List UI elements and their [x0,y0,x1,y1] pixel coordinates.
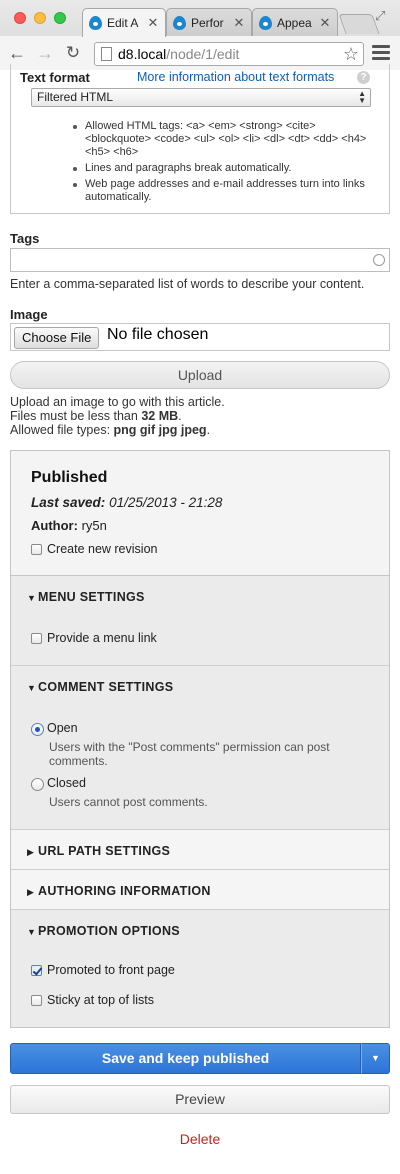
image-description: Upload an image to go with this article.… [10,395,225,437]
delete-link[interactable]: Delete [0,1131,400,1147]
comment-settings-toggle[interactable]: ▼ COMMENT SETTINGS [27,680,173,694]
text-format-select[interactable]: Filtered HTML ▲ ▼ [31,88,371,107]
text-format-help-link[interactable]: More information about text formats [137,70,334,84]
promotion-options-toggle[interactable]: ▼ PROMOTION OPTIONS [27,924,180,938]
promoted-label: Promoted to front page [47,963,175,977]
promotion-options-section: ▼ PROMOTION OPTIONS Promoted to front pag… [11,910,389,1027]
last-saved: Last saved: 01/25/2013 - 21:28 [31,495,223,510]
promoted-checkbox[interactable] [31,965,42,976]
text-format-selected: Filtered HTML [37,90,114,104]
save-options-chevron-down-icon[interactable]: ▼ [361,1043,390,1074]
provide-menu-link-label: Provide a menu link [47,631,157,645]
help-icon[interactable]: ? [357,71,370,84]
collapsed-triangle-icon: ▶ [27,847,35,857]
preview-button[interactable]: Preview [10,1085,390,1114]
save-dropbutton: Save and keep published ▼ [10,1043,390,1074]
tip-line-breaks: Lines and paragraphs break automatically… [70,162,375,175]
provide-menu-link-checkbox[interactable] [31,633,42,644]
url-path-section[interactable]: ▶ URL PATH SETTINGS [11,830,389,870]
collapsed-triangle-icon: ▶ [27,887,35,897]
no-file-chosen-text: No file chosen [107,326,209,343]
image-size-limit: Files must be less than 32 MB. [10,409,182,423]
author: Author: ry5n [31,518,107,533]
page-icon [101,47,112,61]
comments-closed-radio[interactable] [31,778,44,791]
comment-settings-section: ▼ COMMENT SETTINGS Open Users with the "P… [11,666,389,830]
expanded-triangle-icon: ▼ [27,683,37,693]
url-path-toggle[interactable]: ▶ URL PATH SETTINGS [27,844,170,858]
authoring-information-section[interactable]: ▶ AUTHORING INFORMATION [11,870,389,910]
image-file-input: Choose File No file chosen [10,323,390,351]
comments-closed-description: Users cannot post comments. [49,795,208,809]
text-format-tips: Allowed HTML tags: <a> <em> <strong> <ci… [70,120,375,207]
node-options-sidebar: Published Last saved: 01/25/2013 - 21:28… [10,450,390,1028]
url-host: d8.local [118,46,167,62]
authoring-information-toggle[interactable]: ▶ AUTHORING INFORMATION [27,884,211,898]
new-tab-button[interactable] [338,14,380,34]
fullscreen-icon[interactable]: ⤢ [375,8,391,24]
hamburger-menu-icon[interactable] [372,43,390,63]
tags-input[interactable] [10,248,390,272]
comments-open-radio[interactable] [31,723,44,736]
sticky-checkbox[interactable] [31,995,42,1006]
tab-label: Edit A [107,16,139,30]
address-bar[interactable]: d8.local/node/1/edit ☆ [94,42,364,66]
select-arrows-icon: ▲ ▼ [358,89,366,105]
back-arrow-icon[interactable]: ← [6,42,28,64]
browser-chrome: Edit A ✕ Perfor ✕ Appea ✕ ⤢ ← → ↻ d8.loc… [0,0,400,70]
url-path: /node/1/edit [166,46,240,62]
comments-open-description: Users with the "Post comments" permissio… [49,740,330,768]
browser-tab-edit[interactable]: Edit A ✕ [82,8,166,37]
expanded-triangle-icon: ▼ [27,927,37,937]
tab-label: Perfor [191,15,224,30]
bookmark-star-icon[interactable]: ☆ [343,43,359,65]
upload-button[interactable]: Upload [10,361,390,389]
tip-allowed-tags: Allowed HTML tags: <a> <em> <strong> <ci… [70,120,375,159]
comments-open-label: Open [47,721,78,735]
save-button[interactable]: Save and keep published [10,1043,361,1074]
minimize-window-button[interactable] [34,12,46,24]
image-label: Image [10,307,48,322]
sticky-label: Sticky at top of lists [47,993,154,1007]
tab-label: Appea [277,15,312,30]
image-allowed-types: Allowed file types: png gif jpg jpeg. [10,423,211,437]
maximize-window-button[interactable] [54,12,66,24]
autocomplete-throbber-icon [373,254,385,266]
choose-file-button[interactable]: Choose File [14,327,100,349]
tab-strip: Edit A ✕ Perfor ✕ Appea ✕ ⤢ [0,0,400,37]
expanded-triangle-icon: ▼ [27,593,37,603]
publish-meta: Published Last saved: 01/25/2013 - 21:28… [11,451,389,576]
forward-arrow-icon[interactable]: → [34,42,56,64]
browser-tab-performance[interactable]: Perfor ✕ [166,8,252,36]
menu-settings-toggle[interactable]: ▼ MENU SETTINGS [27,590,145,604]
reload-icon[interactable]: ↻ [62,42,84,64]
tip-links: Web page addresses and e-mail addresses … [70,178,375,204]
image-help-line: Upload an image to go with this article. [10,395,225,409]
drupal-favicon-icon [259,15,272,30]
text-format-label: Text format [20,70,90,85]
tab-close-icon[interactable]: ✕ [233,15,245,31]
new-revision-checkbox[interactable] [31,544,42,555]
drupal-favicon-icon [89,16,102,30]
new-revision-label: Create new revision [47,542,158,556]
menu-settings-section: ▼ MENU SETTINGS Provide a menu link [11,576,389,666]
comments-closed-label: Closed [47,776,86,790]
tab-close-icon[interactable]: ✕ [319,15,331,31]
browser-tab-appearance[interactable]: Appea ✕ [252,8,338,36]
tab-close-icon[interactable]: ✕ [147,15,159,31]
tags-description: Enter a comma-separated list of words to… [10,277,365,291]
drupal-favicon-icon [173,15,186,30]
publish-status: Published [31,469,108,486]
close-window-button[interactable] [14,12,26,24]
tags-label: Tags [10,231,40,246]
